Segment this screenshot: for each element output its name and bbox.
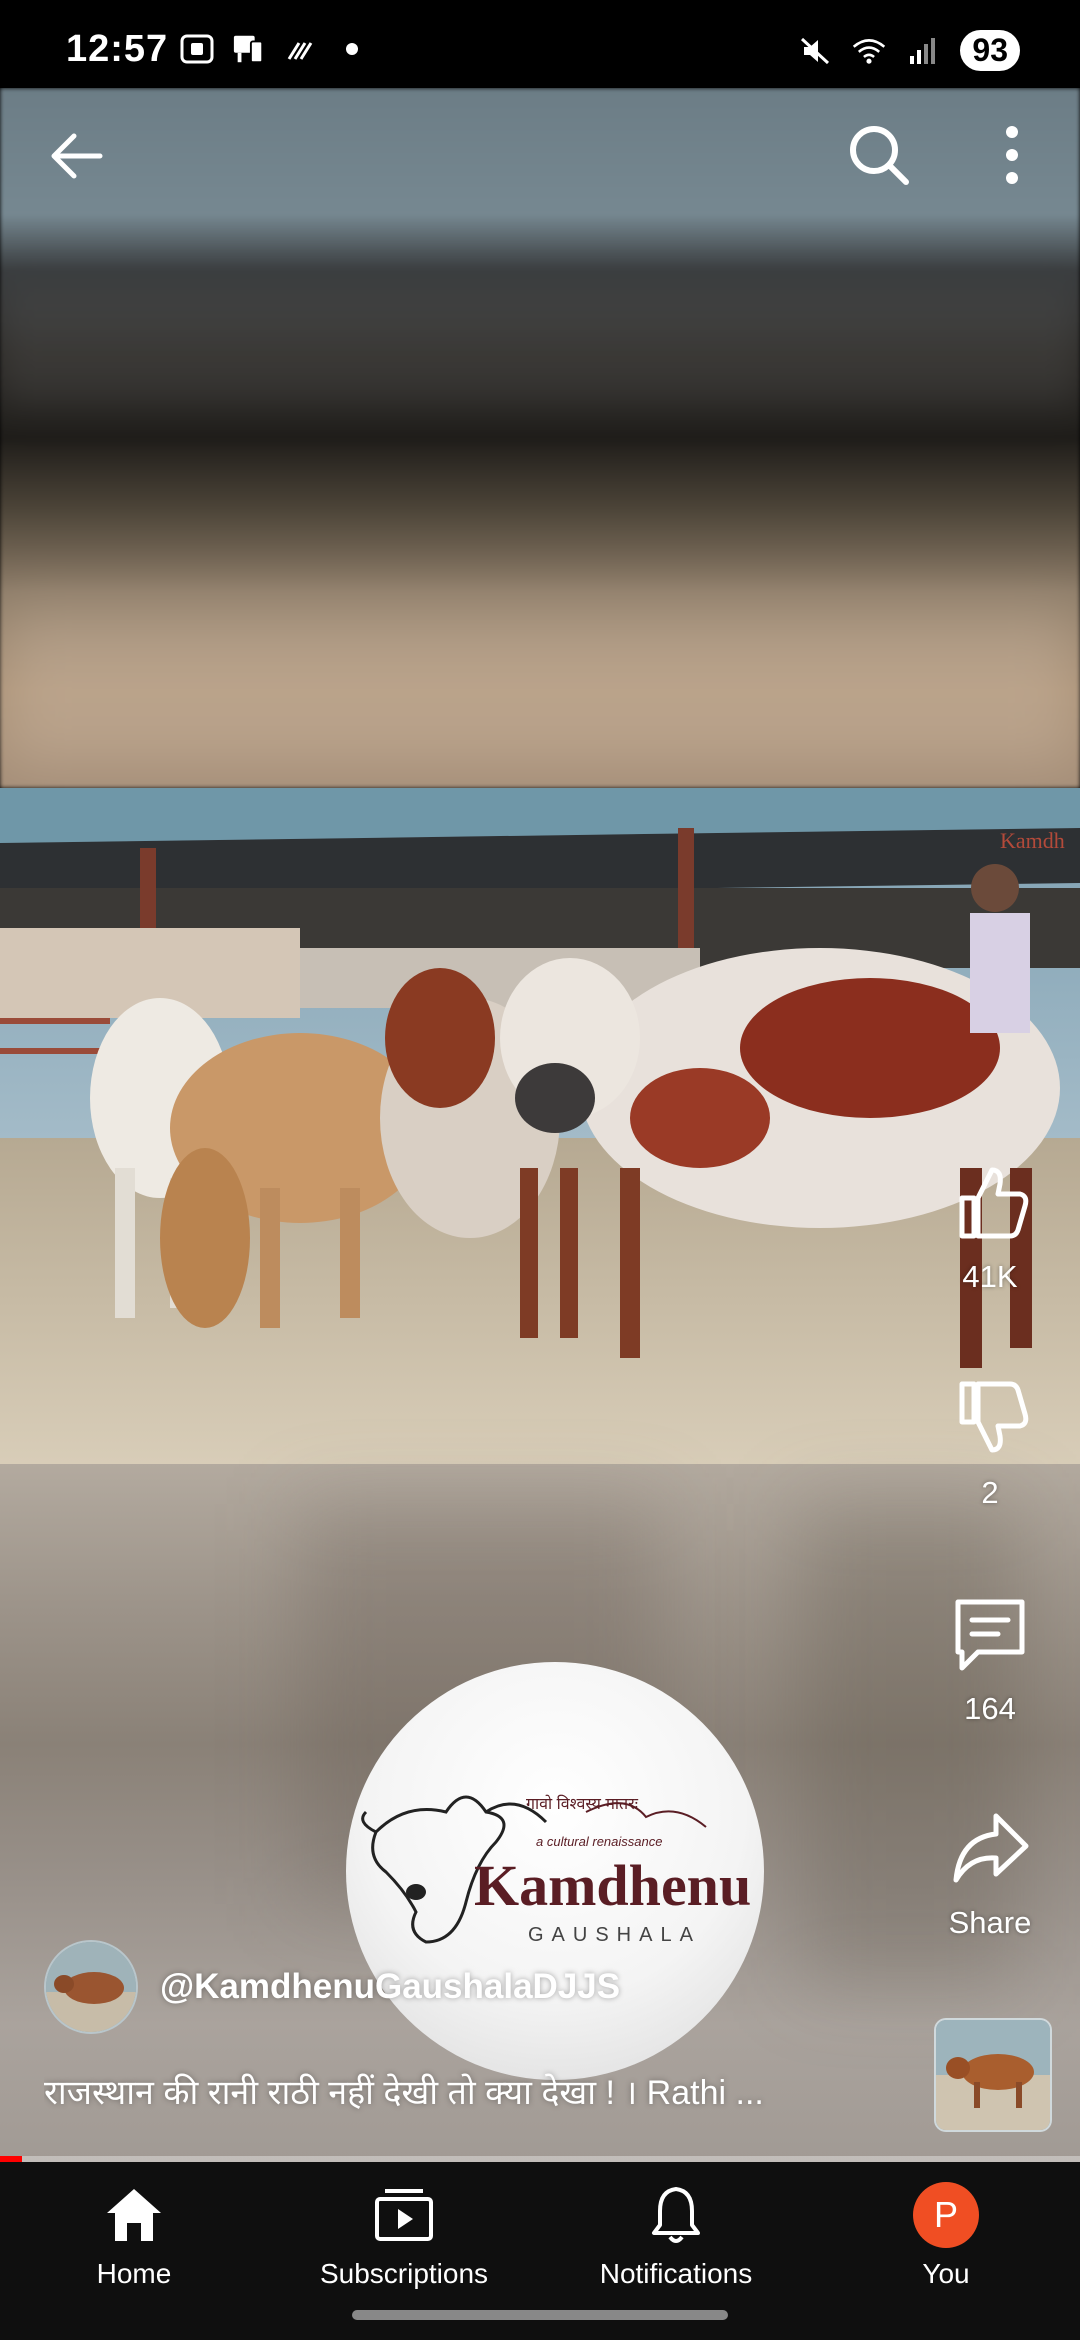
nav-notifications[interactable]: Notifications xyxy=(556,2180,796,2290)
back-arrow-icon xyxy=(51,133,103,179)
status-icons-right: 93 xyxy=(798,30,1020,71)
related-video-thumbnail[interactable] xyxy=(934,2018,1052,2132)
logo-main-text: Kamdhenu xyxy=(474,1853,752,1918)
dislike-count: 2 xyxy=(981,1475,999,1510)
share-label: Share xyxy=(948,1905,1032,1940)
svg-text:Kamdh: Kamdh xyxy=(1000,828,1065,853)
status-bar: 12:57 93 xyxy=(0,0,1080,88)
back-button[interactable] xyxy=(46,124,110,188)
share-button[interactable]: Share xyxy=(930,1806,1050,1941)
logo-tagline: a cultural renaissance xyxy=(536,1834,663,1849)
thumbs-up-icon xyxy=(959,1167,1029,1239)
home-icon xyxy=(99,2180,169,2250)
device-icon xyxy=(232,34,266,64)
nav-subscriptions[interactable]: Subscriptions xyxy=(284,2180,524,2290)
nav-notifications-label: Notifications xyxy=(599,2258,753,2289)
video-frame[interactable]: Kamdh xyxy=(0,788,1080,1464)
comment-icon xyxy=(955,1599,1025,1671)
thumbs-down-icon xyxy=(959,1381,1029,1453)
profile-avatar: P xyxy=(913,2182,979,2248)
cattle-video-image: Kamdh xyxy=(0,788,1080,1464)
share-icon xyxy=(953,1813,1029,1883)
comment-count: 164 xyxy=(964,1691,1016,1726)
subscriptions-icon xyxy=(369,2180,439,2250)
more-vert-icon xyxy=(1006,126,1018,184)
search-icon xyxy=(850,126,909,185)
video-title[interactable]: राजस्थान की रानी राठी नहीं देखी तो क्या … xyxy=(44,2068,874,2114)
channel-info[interactable]: @KamdhenuGaushalaDJJS xyxy=(44,1940,620,2034)
wifi-icon xyxy=(852,36,886,66)
comments-button[interactable]: 164 xyxy=(930,1592,1050,1727)
logo-hindi-text: गावो विश्वस्य मातरः xyxy=(526,1796,638,1813)
nav-you[interactable]: P You xyxy=(826,2180,1066,2290)
screenshot-icon xyxy=(180,34,214,64)
channel-handle[interactable]: @KamdhenuGaushalaDJJS xyxy=(160,1967,620,2007)
status-time: 12:57 xyxy=(66,28,169,70)
home-indicator[interactable] xyxy=(352,2310,728,2320)
dot-icon xyxy=(346,43,358,55)
dislike-button[interactable]: 2 xyxy=(930,1376,1050,1511)
bell-icon xyxy=(641,2180,711,2250)
nav-you-label: You xyxy=(922,2258,970,2289)
like-button[interactable]: 41K xyxy=(930,1160,1050,1295)
status-icons-left xyxy=(180,34,358,64)
nav-subscriptions-label: Subscriptions xyxy=(319,2258,489,2289)
cellular-icon xyxy=(906,36,940,66)
more-options-button[interactable] xyxy=(990,122,1034,188)
battery-indicator: 93 xyxy=(960,30,1020,71)
top-controls xyxy=(0,88,1080,228)
cow-thumbnail-image xyxy=(936,2020,1050,2130)
channel-avatar[interactable] xyxy=(44,1940,138,2034)
signal-strength-icon xyxy=(284,34,318,64)
cow-avatar-image xyxy=(46,1942,136,2032)
like-count: 41K xyxy=(962,1259,1018,1294)
search-button[interactable] xyxy=(846,122,912,188)
mute-icon xyxy=(798,36,832,66)
nav-home-label: Home xyxy=(96,2258,172,2289)
nav-home[interactable]: Home xyxy=(14,2180,254,2290)
